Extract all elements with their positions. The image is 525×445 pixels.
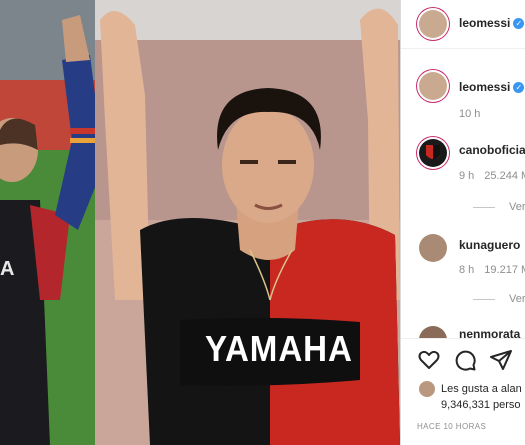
caption-time: 10 h xyxy=(459,108,481,120)
heart-icon xyxy=(418,350,440,369)
view-replies-link[interactable]: Ver re xyxy=(473,201,525,213)
comment-time: 9 h xyxy=(459,170,475,182)
comment-time: 8 h xyxy=(459,264,475,276)
header-username[interactable]: leomessi ✓ xyxy=(459,16,525,30)
caption-avatar[interactable] xyxy=(419,72,447,100)
view-replies-link[interactable]: Ver re xyxy=(473,293,525,305)
comment-item: nenmorata xyxy=(401,322,525,338)
comment-avatar[interactable] xyxy=(419,234,447,262)
comment-username[interactable]: canoboficia xyxy=(459,143,525,157)
comment-username[interactable]: kunaguero xyxy=(459,238,520,252)
likes-count[interactable]: 9,346,331 perso xyxy=(441,399,521,411)
caption-username-text[interactable]: leomessi xyxy=(459,80,510,94)
verified-icon: ✓ xyxy=(513,82,525,94)
jersey-sponsor-text: YAMAHA xyxy=(205,328,353,369)
comment-icon xyxy=(455,350,476,371)
post-timestamp: HACE 10 HORAS xyxy=(417,422,487,431)
share-icon xyxy=(490,350,512,370)
comment-likes[interactable]: 25.244 M xyxy=(484,170,525,182)
caption-username[interactable]: leomessi ✓ xyxy=(459,80,525,94)
caption-row: leomessi ✓ 10 h xyxy=(401,62,525,122)
share-button[interactable] xyxy=(489,348,513,372)
header-username-text[interactable]: leomessi xyxy=(459,16,510,30)
comment-meta: 9 h 25.244 M xyxy=(459,170,525,182)
post-side-panel: leomessi ✓ leomessi ✓ 10 h canoboficia 9 h… xyxy=(400,0,525,445)
comment-meta: 8 h 19.217 M xyxy=(459,264,525,276)
comment-likes[interactable]: 19.217 M xyxy=(484,264,525,276)
post-photo[interactable]: A YAMAHA xyxy=(0,0,400,445)
header-avatar[interactable] xyxy=(419,10,447,38)
like-button[interactable] xyxy=(417,348,441,372)
actions-divider xyxy=(401,338,525,339)
comment-avatar[interactable] xyxy=(419,139,447,167)
comment-item: canoboficia 9 h 25.244 M Ver re xyxy=(401,135,525,215)
comment-avatar[interactable] xyxy=(419,326,447,338)
comment-button[interactable] xyxy=(453,348,477,372)
header-divider xyxy=(401,48,525,49)
liker-avatar[interactable] xyxy=(419,381,435,397)
verified-icon: ✓ xyxy=(513,18,525,30)
messi-jersey-letter: A xyxy=(0,258,14,280)
post-header: leomessi ✓ xyxy=(401,0,525,48)
post-photo-art: A xyxy=(0,0,400,445)
liked-by-text[interactable]: Les gusta a alan xyxy=(441,383,522,395)
club-crest-icon xyxy=(426,145,440,160)
comment-username[interactable]: nenmorata xyxy=(459,327,520,338)
comment-item: kunaguero 8 h 19.217 M Ver re xyxy=(401,230,525,310)
